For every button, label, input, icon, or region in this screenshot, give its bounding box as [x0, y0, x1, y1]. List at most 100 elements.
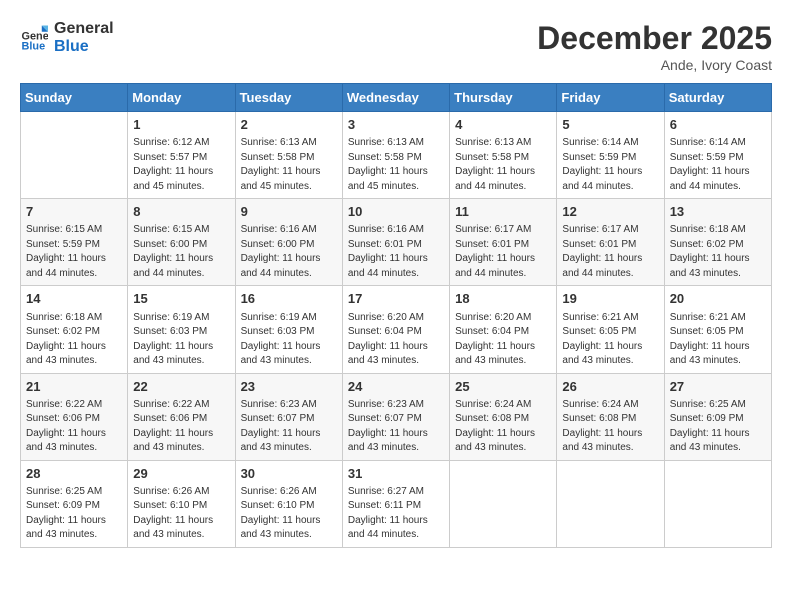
day-info: Sunrise: 6:22 AMSunset: 6:06 PMDaylight:…	[26, 398, 122, 456]
col-header-thursday: Thursday	[450, 84, 557, 112]
day-number: 1	[133, 116, 229, 134]
day-info: Sunrise: 6:14 AMSunset: 5:59 PMDaylight:…	[670, 136, 766, 194]
day-cell: 9Sunrise: 6:16 AMSunset: 6:00 PMDaylight…	[235, 199, 342, 286]
day-cell: 27 Sunrise: 6:25 AMSunset: 6:09 PMDayligh…	[664, 373, 771, 460]
day-cell: 23 Sunrise: 6:23 AMSunset: 6:07 PMDayligh…	[235, 373, 342, 460]
logo-line2: Blue	[54, 38, 114, 56]
day-cell: 16Sunrise: 6:19 AMSunset: 6:03 PMDayligh…	[235, 286, 342, 373]
day-number: 22	[133, 378, 229, 396]
day-number: 14	[26, 290, 122, 308]
day-cell	[450, 460, 557, 547]
day-cell: 28 Sunrise: 6:25 AMSunset: 6:09 PMDayligh…	[21, 460, 128, 547]
day-cell: 29 Sunrise: 6:26 AMSunset: 6:10 PMDayligh…	[128, 460, 235, 547]
day-cell: 31 Sunrise: 6:27 AMSunset: 6:11 PMDayligh…	[342, 460, 449, 547]
day-number: 24	[348, 378, 444, 396]
day-number: 15	[133, 290, 229, 308]
day-cell: 26 Sunrise: 6:24 AMSunset: 6:08 PMDayligh…	[557, 373, 664, 460]
day-cell: 17 Sunrise: 6:20 AMSunset: 6:04 PMDayligh…	[342, 286, 449, 373]
day-number: 19	[562, 290, 658, 308]
day-cell: 8 Sunrise: 6:15 AMSunset: 6:00 PMDaylight…	[128, 199, 235, 286]
day-cell: 2 Sunrise: 6:13 AMSunset: 5:58 PMDaylight…	[235, 112, 342, 199]
day-cell: 14Sunrise: 6:18 AMSunset: 6:02 PMDayligh…	[21, 286, 128, 373]
col-header-tuesday: Tuesday	[235, 84, 342, 112]
day-cell	[557, 460, 664, 547]
day-cell: 11 Sunrise: 6:17 AMSunset: 6:01 PMDayligh…	[450, 199, 557, 286]
day-number: 7	[26, 203, 122, 221]
logo-icon: General Blue	[20, 24, 48, 52]
day-number: 25	[455, 378, 551, 396]
day-cell: 15Sunrise: 6:19 AMSunset: 6:03 PMDayligh…	[128, 286, 235, 373]
calendar-table: SundayMondayTuesdayWednesdayThursdayFrid…	[20, 83, 772, 548]
day-info: Sunrise: 6:20 AMSunset: 6:04 PMDaylight:…	[455, 311, 551, 369]
day-cell: 13Sunrise: 6:18 AMSunset: 6:02 PMDayligh…	[664, 199, 771, 286]
day-info: Sunrise: 6:25 AMSunset: 6:09 PMDaylight:…	[670, 398, 766, 456]
col-header-friday: Friday	[557, 84, 664, 112]
day-number: 20	[670, 290, 766, 308]
day-number: 26	[562, 378, 658, 396]
day-cell: 3Sunrise: 6:13 AMSunset: 5:58 PMDaylight…	[342, 112, 449, 199]
day-number: 9	[241, 203, 337, 221]
day-number: 5	[562, 116, 658, 134]
svg-text:Blue: Blue	[22, 40, 46, 51]
day-cell: 24 Sunrise: 6:23 AMSunset: 6:07 PMDayligh…	[342, 373, 449, 460]
day-number: 8	[133, 203, 229, 221]
day-cell: 25 Sunrise: 6:24 AMSunset: 6:08 PMDayligh…	[450, 373, 557, 460]
day-info: Sunrise: 6:17 AMSunset: 6:01 PMDaylight:…	[562, 223, 658, 281]
day-cell: 10Sunrise: 6:16 AMSunset: 6:01 PMDayligh…	[342, 199, 449, 286]
day-cell: 21 Sunrise: 6:22 AMSunset: 6:06 PMDayligh…	[21, 373, 128, 460]
day-info: Sunrise: 6:15 AMSunset: 6:00 PMDaylight:…	[133, 223, 229, 281]
day-info: Sunrise: 6:17 AMSunset: 6:01 PMDaylight:…	[455, 223, 551, 281]
day-number: 3	[348, 116, 444, 134]
day-number: 2	[241, 116, 337, 134]
day-cell: 4Sunrise: 6:13 AMSunset: 5:58 PMDaylight…	[450, 112, 557, 199]
day-cell: 30 Sunrise: 6:26 AMSunset: 6:10 PMDayligh…	[235, 460, 342, 547]
day-info: Sunrise: 6:21 AMSunset: 6:05 PMDaylight:…	[562, 311, 658, 369]
day-info: Sunrise: 6:23 AMSunset: 6:07 PMDaylight:…	[241, 398, 337, 456]
day-cell: 5Sunrise: 6:14 AMSunset: 5:59 PMDaylight…	[557, 112, 664, 199]
day-number: 23	[241, 378, 337, 396]
logo-line1: General	[54, 20, 114, 38]
day-info: Sunrise: 6:12 AMSunset: 5:57 PMDaylight:…	[133, 136, 229, 194]
day-info: Sunrise: 6:24 AMSunset: 6:08 PMDaylight:…	[562, 398, 658, 456]
col-header-sunday: Sunday	[21, 84, 128, 112]
day-number: 6	[670, 116, 766, 134]
day-number: 18	[455, 290, 551, 308]
week-row-1: 1 Sunrise: 6:12 AMSunset: 5:57 PMDaylight…	[21, 112, 772, 199]
day-cell	[21, 112, 128, 199]
day-number: 21	[26, 378, 122, 396]
day-info: Sunrise: 6:24 AMSunset: 6:08 PMDaylight:…	[455, 398, 551, 456]
week-row-3: 14Sunrise: 6:18 AMSunset: 6:02 PMDayligh…	[21, 286, 772, 373]
title-block: December 2025 Ande, Ivory Coast	[537, 20, 772, 73]
col-header-saturday: Saturday	[664, 84, 771, 112]
day-cell: 1 Sunrise: 6:12 AMSunset: 5:57 PMDaylight…	[128, 112, 235, 199]
day-number: 28	[26, 465, 122, 483]
day-cell: 19 Sunrise: 6:21 AMSunset: 6:05 PMDayligh…	[557, 286, 664, 373]
day-number: 12	[562, 203, 658, 221]
day-number: 29	[133, 465, 229, 483]
day-info: Sunrise: 6:13 AMSunset: 5:58 PMDaylight:…	[241, 136, 337, 194]
day-number: 11	[455, 203, 551, 221]
day-cell: 7 Sunrise: 6:15 AMSunset: 5:59 PMDaylight…	[21, 199, 128, 286]
day-cell: 18 Sunrise: 6:20 AMSunset: 6:04 PMDayligh…	[450, 286, 557, 373]
day-info: Sunrise: 6:27 AMSunset: 6:11 PMDaylight:…	[348, 485, 444, 543]
day-number: 27	[670, 378, 766, 396]
day-number: 30	[241, 465, 337, 483]
day-info: Sunrise: 6:15 AMSunset: 5:59 PMDaylight:…	[26, 223, 122, 281]
day-number: 13	[670, 203, 766, 221]
day-info: Sunrise: 6:13 AMSunset: 5:58 PMDaylight:…	[455, 136, 551, 194]
day-info: Sunrise: 6:22 AMSunset: 6:06 PMDaylight:…	[133, 398, 229, 456]
day-info: Sunrise: 6:23 AMSunset: 6:07 PMDaylight:…	[348, 398, 444, 456]
week-row-4: 21 Sunrise: 6:22 AMSunset: 6:06 PMDayligh…	[21, 373, 772, 460]
week-row-2: 7 Sunrise: 6:15 AMSunset: 5:59 PMDaylight…	[21, 199, 772, 286]
day-number: 17	[348, 290, 444, 308]
day-info: Sunrise: 6:20 AMSunset: 6:04 PMDaylight:…	[348, 311, 444, 369]
day-info: Sunrise: 6:25 AMSunset: 6:09 PMDaylight:…	[26, 485, 122, 543]
week-row-5: 28 Sunrise: 6:25 AMSunset: 6:09 PMDayligh…	[21, 460, 772, 547]
col-header-wednesday: Wednesday	[342, 84, 449, 112]
day-number: 31	[348, 465, 444, 483]
day-info: Sunrise: 6:26 AMSunset: 6:10 PMDaylight:…	[241, 485, 337, 543]
day-info: Sunrise: 6:26 AMSunset: 6:10 PMDaylight:…	[133, 485, 229, 543]
day-info: Sunrise: 6:19 AMSunset: 6:03 PMDaylight:…	[241, 311, 337, 369]
month-year: December 2025	[537, 20, 772, 57]
day-info: Sunrise: 6:21 AMSunset: 6:05 PMDaylight:…	[670, 311, 766, 369]
